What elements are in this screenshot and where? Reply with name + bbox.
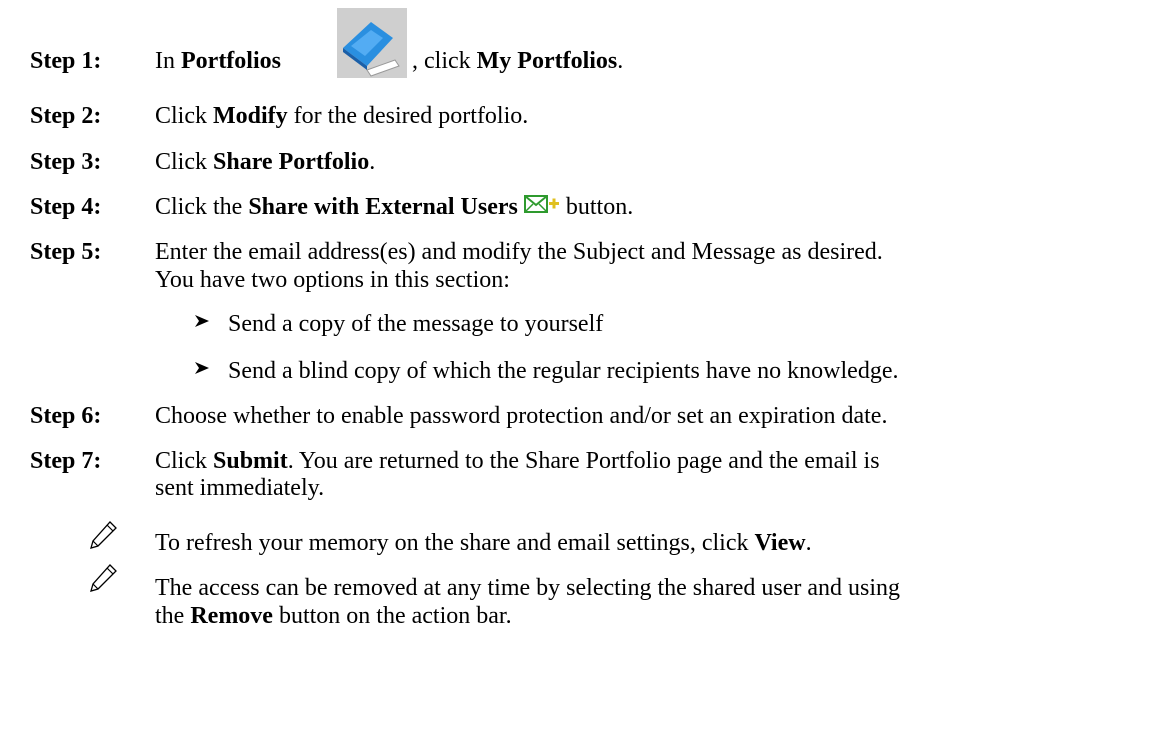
email-add-icon[interactable]	[523, 193, 560, 223]
step-5-line-1: Enter the email address(es) and modify t…	[155, 239, 883, 265]
arrow-bullet-icon	[193, 357, 211, 387]
step-7-label: Step 7:	[30, 448, 102, 474]
note-1-text: To refresh your memory on the share and …	[155, 530, 812, 556]
step-7-line-2: sent immediately.	[155, 475, 325, 501]
step-4-text: Click the Share with External Users butt…	[155, 193, 633, 223]
step-1-label: Step 1:	[30, 48, 102, 74]
note-2-line-1: The access can be removed at any time by…	[155, 575, 901, 601]
pencil-icon	[88, 563, 118, 601]
step-2-label: Step 2:	[30, 103, 102, 129]
step-1-text-tail: , click My Portfolios.	[412, 48, 624, 74]
portfolio-icon[interactable]	[337, 8, 407, 78]
portfolios-link-text: Portfolios	[181, 48, 281, 74]
my-portfolios-link-text: My Portfolios	[476, 48, 618, 74]
step-2-text: Click Modify for the desired portfolio.	[155, 103, 529, 129]
list-item: Send a copy of the message to yourself	[193, 310, 603, 339]
step-7-line-1: Click Submit. You are returned to the Sh…	[155, 448, 880, 474]
step-1-text: In Portfolios	[155, 48, 281, 74]
list-item: Send a blind copy of which the regular r…	[193, 357, 898, 386]
step-5-line-2: You have two options in this section:	[155, 267, 510, 293]
step-6-text: Choose whether to enable password protec…	[155, 403, 888, 429]
step-5-label: Step 5:	[30, 239, 102, 265]
step-6-label: Step 6:	[30, 403, 102, 429]
pencil-icon	[88, 520, 118, 558]
step-4-label: Step 4:	[30, 194, 102, 220]
arrow-bullet-icon	[193, 310, 211, 340]
step-3-text: Click Share Portfolio.	[155, 149, 376, 175]
note-2-line-2: the Remove button on the action bar.	[155, 603, 512, 629]
step-3-label: Step 3:	[30, 149, 102, 175]
